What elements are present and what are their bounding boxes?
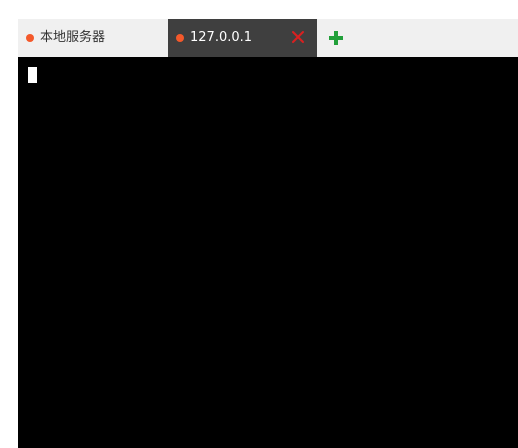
close-icon[interactable] [289, 28, 307, 46]
tab-label: 本地服务器 [40, 30, 106, 45]
ssh-client-window: 本地服务器 127.0.0.1 [18, 19, 518, 448]
plus-icon [329, 31, 343, 45]
status-dot [26, 34, 34, 42]
add-tab-button[interactable] [328, 30, 344, 46]
terminal-area[interactable] [18, 57, 518, 448]
tab-label: 127.0.0.1 [190, 30, 253, 45]
tab-bar: 本地服务器 127.0.0.1 [18, 19, 518, 57]
tab-local-server[interactable]: 本地服务器 [18, 19, 168, 57]
status-dot [176, 34, 184, 42]
tab-127-0-0-1[interactable]: 127.0.0.1 [168, 19, 317, 57]
terminal-cursor [28, 67, 37, 83]
